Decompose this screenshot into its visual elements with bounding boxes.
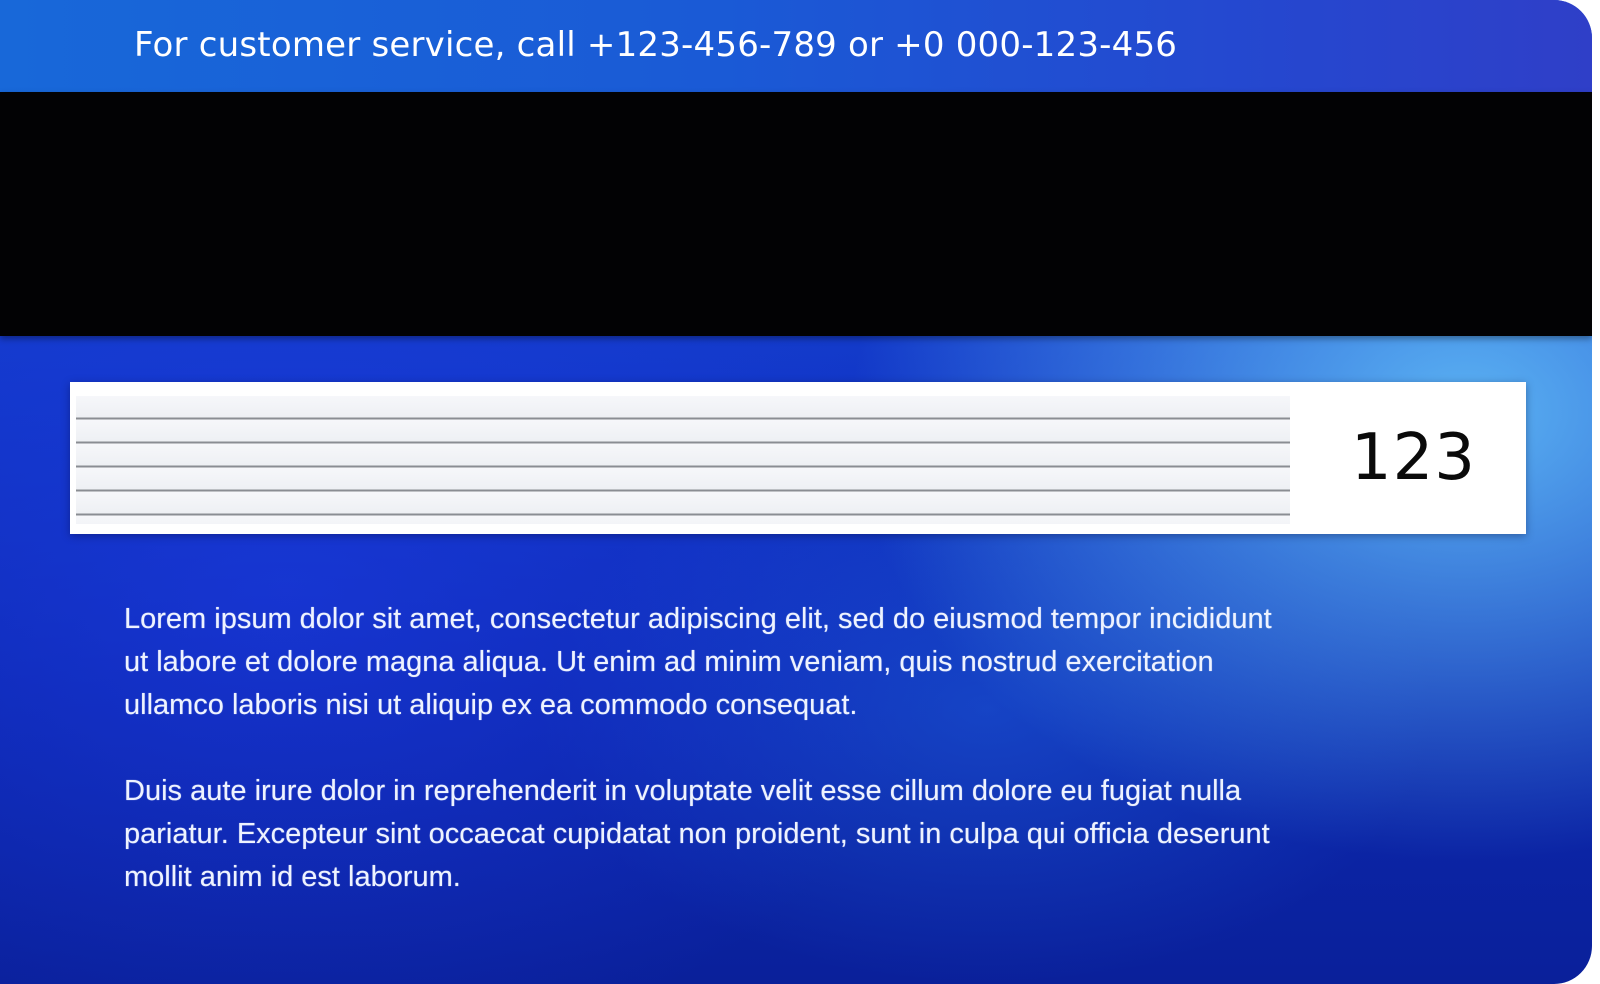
magnetic-stripe xyxy=(0,92,1592,336)
terms-paragraph-1: Lorem ipsum dolor sit amet, consectetur … xyxy=(124,603,1272,721)
signature-lines xyxy=(76,396,1290,524)
cvv-number: 123 xyxy=(1350,421,1476,495)
cvv-box: 123 xyxy=(1296,382,1526,534)
card-back: For customer service, call +123-456-789 … xyxy=(0,0,1592,984)
top-band: For customer service, call +123-456-789 … xyxy=(0,0,1592,92)
signature-panel: 123 xyxy=(70,382,1526,534)
customer-service-text: For customer service, call +123-456-789 … xyxy=(134,25,1178,65)
terms-paragraph-2: Duis aute irure dolor in reprehenderit i… xyxy=(124,775,1270,893)
